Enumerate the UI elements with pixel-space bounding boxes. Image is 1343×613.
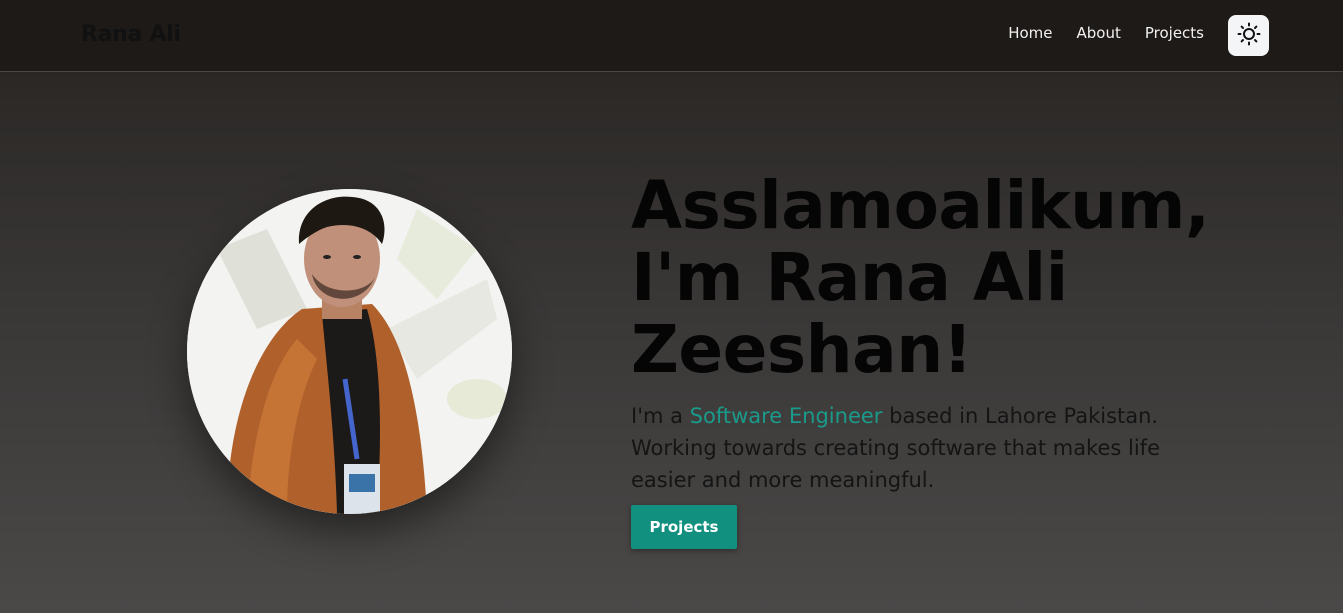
hero-text: Asslamoalikum, I'm Rana Ali Zeeshan! I'm… (631, 170, 1210, 496)
nav-links: Home About Projects (984, 24, 1204, 42)
hero-title: Asslamoalikum, I'm Rana Ali Zeeshan! (631, 170, 1210, 388)
theme-toggle-button[interactable] (1228, 15, 1269, 56)
brand-logo-text[interactable]: Rana Ali (81, 22, 181, 47)
nav-link-about[interactable]: About (1077, 24, 1121, 42)
desc-highlight: Software Engineer (689, 404, 883, 428)
navbar: Rana Ali Home About Projects (0, 0, 1343, 72)
nav-link-projects[interactable]: Projects (1145, 24, 1204, 42)
hero-title-line: Asslamoalikum, (631, 167, 1210, 244)
projects-button[interactable]: Projects (631, 505, 737, 549)
profile-avatar (187, 189, 512, 514)
hero-title-line: Zeeshan! (631, 311, 973, 388)
desc-prefix: I'm a (631, 404, 690, 428)
hero-title-line: I'm Rana Ali (631, 239, 1068, 316)
nav-link-home[interactable]: Home (1008, 24, 1052, 42)
sun-icon (1237, 22, 1261, 49)
profile-photo (187, 189, 512, 514)
hero-description: I'm a Software Engineer based in Lahore … (631, 400, 1171, 496)
